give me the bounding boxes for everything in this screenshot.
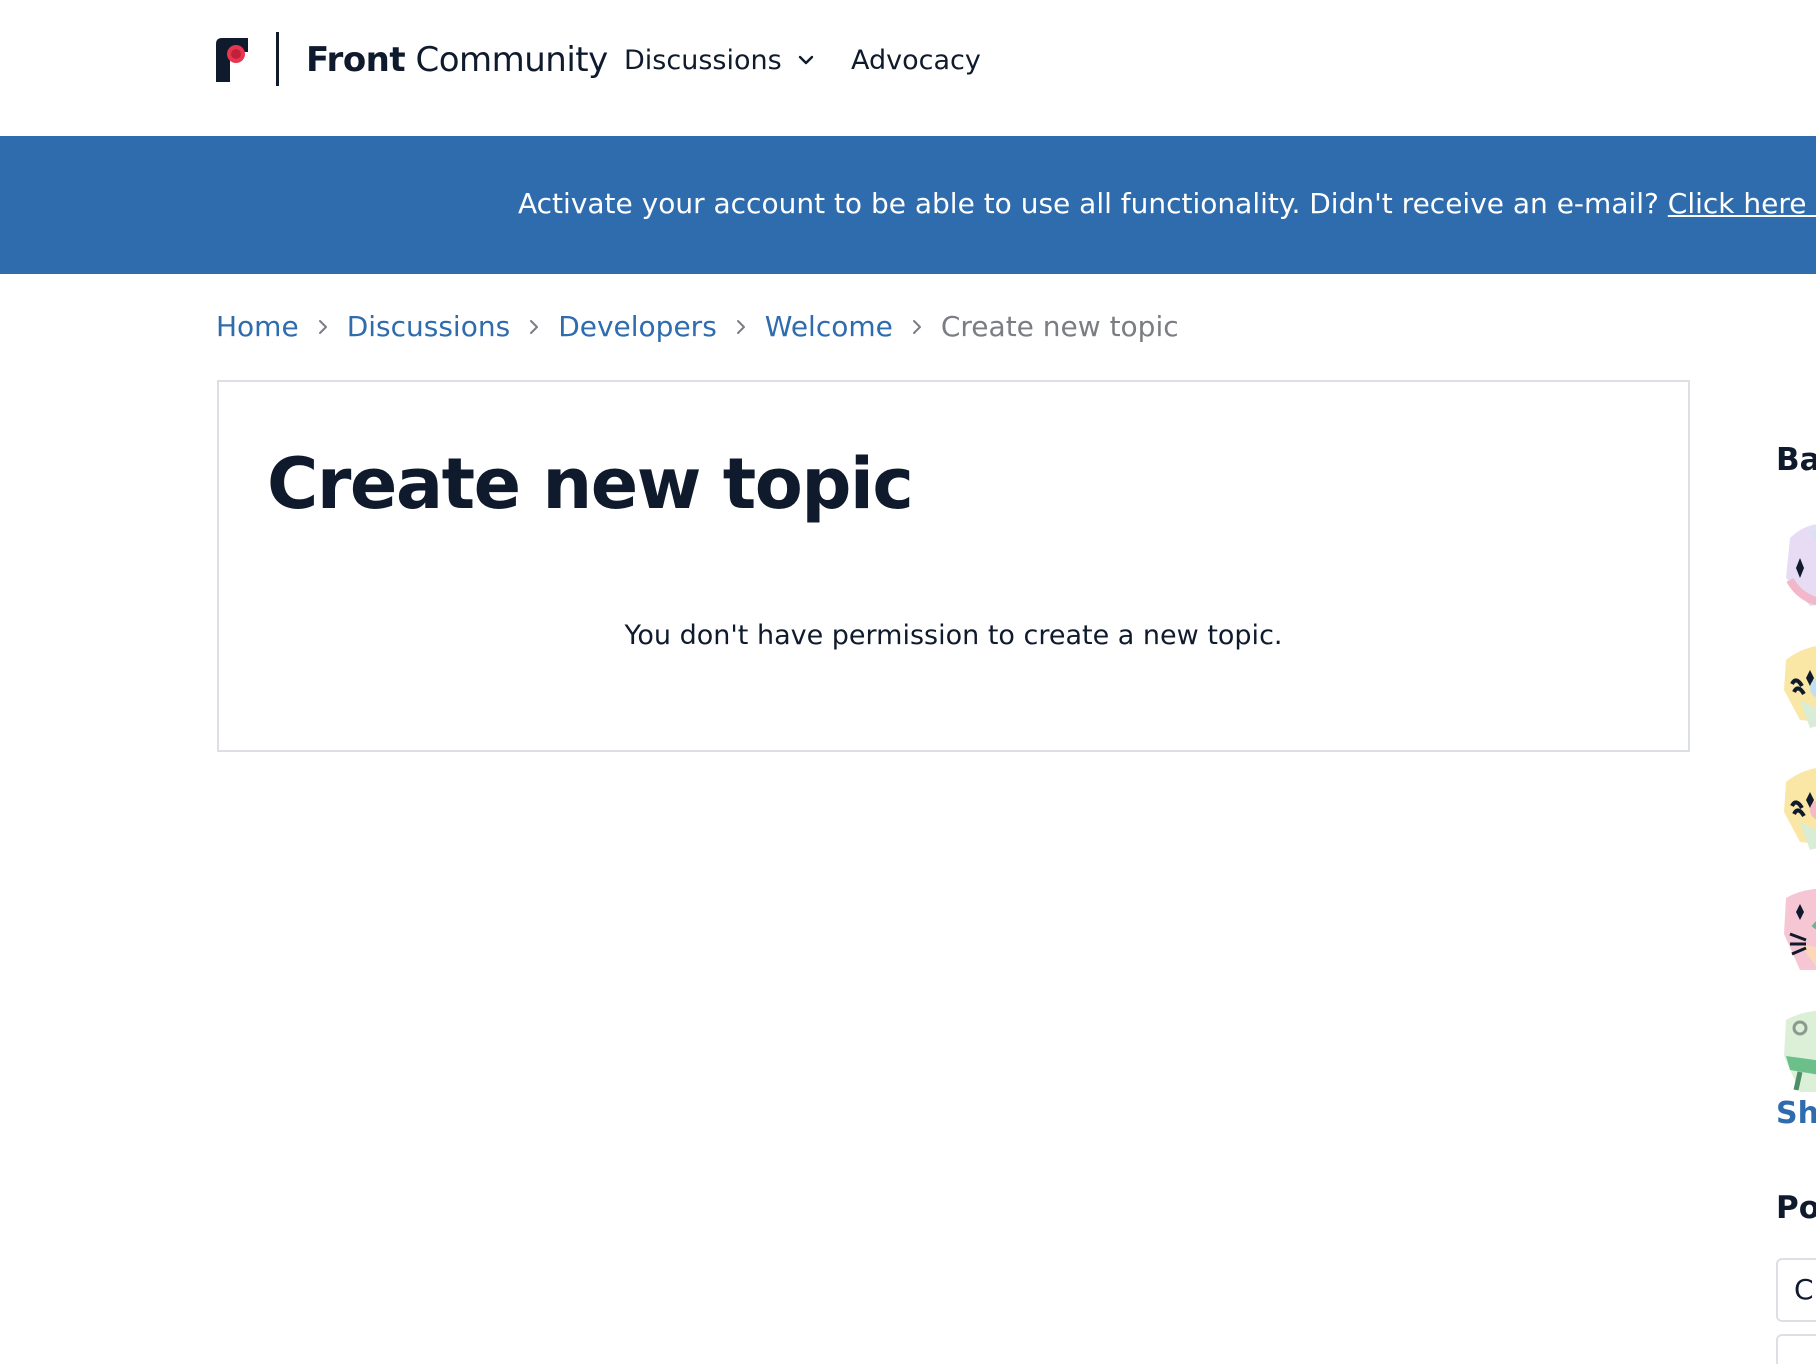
page-title: Create new topic: [267, 443, 914, 525]
breadcrumb-developers[interactable]: Developers: [558, 309, 717, 345]
permission-message: You don't have permission to create a ne…: [624, 620, 1283, 651]
logo-text-bold: Front: [306, 40, 406, 80]
site-header: Front Community Discussions Advocacy: [0, 0, 1816, 136]
request-activation-link[interactable]: Click here to request: [1668, 187, 1816, 220]
right-sidebar: Ba Sho Po C: [1776, 440, 1816, 1364]
popular-tab-secondary[interactable]: [1776, 1334, 1816, 1364]
nav-advocacy[interactable]: Advocacy: [851, 44, 981, 78]
nav-discussions[interactable]: Discussions: [624, 44, 816, 78]
chevron-right-icon: [736, 320, 745, 334]
logo-text-light: Community: [415, 40, 608, 80]
badge-icon[interactable]: [1780, 884, 1816, 974]
badges-heading: Ba: [1776, 442, 1816, 478]
badge-icon[interactable]: [1780, 640, 1816, 730]
nav-advocacy-label: Advocacy: [851, 45, 981, 76]
chevron-right-icon: [530, 320, 539, 334]
chevron-down-icon: [799, 55, 814, 64]
badge-icon[interactable]: [1780, 762, 1816, 852]
breadcrumb: Home Discussions Developers Welcome Crea…: [216, 309, 1179, 345]
chevron-right-icon: [318, 320, 327, 334]
site-logo-text[interactable]: Front Community: [306, 38, 608, 82]
activation-banner: Activate your account to be able to use …: [0, 136, 1816, 274]
breadcrumb-home[interactable]: Home: [216, 309, 299, 345]
banner-message: Activate your account to be able to use …: [518, 186, 1816, 222]
nav-discussions-label: Discussions: [624, 45, 782, 76]
breadcrumb-discussions[interactable]: Discussions: [347, 309, 511, 345]
breadcrumb-current: Create new topic: [940, 310, 1179, 343]
badge-icon[interactable]: [1780, 518, 1816, 608]
logo-divider: [276, 32, 279, 86]
chevron-right-icon: [912, 320, 921, 334]
front-logo-icon[interactable]: [216, 38, 248, 82]
popular-tab[interactable]: C: [1776, 1258, 1816, 1322]
create-topic-card: Create new topic You don't have permissi…: [217, 380, 1690, 752]
banner-text: Activate your account to be able to use …: [518, 187, 1668, 220]
breadcrumb-welcome[interactable]: Welcome: [765, 309, 893, 345]
badge-icon[interactable]: [1780, 1006, 1816, 1096]
popular-heading: Po: [1776, 1190, 1816, 1226]
show-all-badges-link[interactable]: Sho: [1776, 1094, 1816, 1134]
